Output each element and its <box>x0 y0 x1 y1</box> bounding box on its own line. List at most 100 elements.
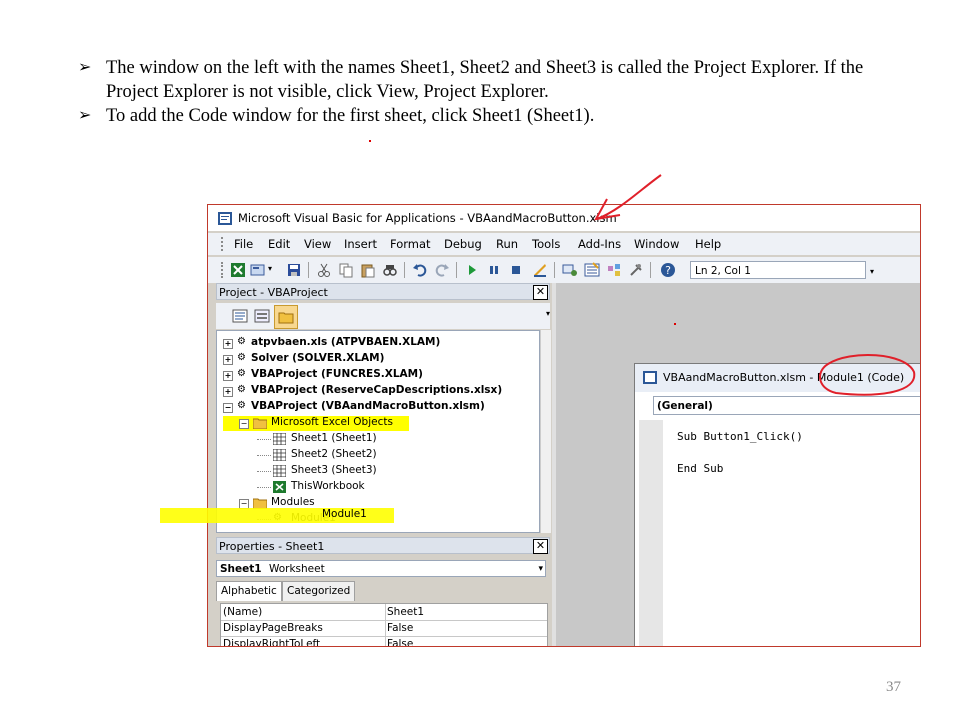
expand-icon[interactable]: + <box>223 355 233 365</box>
design-mode-icon[interactable] <box>532 262 548 278</box>
view-object-icon[interactable] <box>254 308 270 324</box>
copy-icon[interactable] <box>338 262 354 278</box>
tab-categorized[interactable]: Categorized <box>282 581 356 601</box>
toolbar-options-icon[interactable]: ▾ <box>546 309 550 318</box>
property-value[interactable]: Sheet1 <box>387 604 424 620</box>
object-combo[interactable]: (General) <box>653 396 920 415</box>
chevron-down-icon[interactable]: ▾ <box>538 561 543 577</box>
break-icon[interactable] <box>486 262 502 278</box>
properties-grid: (Name) Sheet1 DisplayPageBreaks False Di… <box>220 603 548 647</box>
menu-tools[interactable]: Tools <box>532 237 560 251</box>
excel-view-icon[interactable] <box>230 262 246 278</box>
run-icon[interactable] <box>464 262 480 278</box>
folder-icon <box>278 312 294 324</box>
menu-debug[interactable]: Debug <box>444 237 482 251</box>
bullet-text: To add the Code window for the first she… <box>106 106 595 126</box>
worksheet-icon <box>273 433 286 445</box>
properties-window-icon[interactable] <box>584 262 600 278</box>
cut-icon[interactable] <box>316 262 332 278</box>
tree-item-label: VBAProject (FUNCRES.XLAM) <box>251 368 423 380</box>
menu-window[interactable]: Window <box>634 237 679 251</box>
tree-item-label: Sheet2 (Sheet2) <box>291 448 377 460</box>
save-icon[interactable] <box>286 262 302 278</box>
toolbar-separator <box>554 262 555 278</box>
tree-connector <box>257 455 271 456</box>
grip-handle[interactable] <box>221 262 225 278</box>
dropdown-arrow-icon[interactable]: ▾ <box>268 264 272 273</box>
reset-icon[interactable] <box>508 262 524 278</box>
module-icon <box>643 371 657 384</box>
vertical-scrollbar[interactable] <box>540 330 551 533</box>
code-line[interactable]: Sub Button1_Click() <box>677 430 803 443</box>
object-browser-icon[interactable] <box>606 262 622 278</box>
worksheet-icon <box>273 449 286 461</box>
toolbar-separator <box>456 262 457 278</box>
find-icon[interactable] <box>382 262 398 278</box>
property-value[interactable]: False <box>387 620 413 636</box>
menu-insert[interactable]: Insert <box>344 237 377 251</box>
property-row[interactable]: (Name) Sheet1 <box>221 604 547 621</box>
menu-add-ins[interactable]: Add-Ins <box>578 237 621 251</box>
property-row[interactable]: DisplayRightToLeft False <box>221 636 547 647</box>
expand-icon[interactable]: + <box>223 339 233 349</box>
object-type: Worksheet <box>268 563 325 575</box>
menu-edit[interactable]: Edit <box>268 237 290 251</box>
menu-run[interactable]: Run <box>496 237 518 251</box>
toolbox-icon[interactable] <box>628 262 644 278</box>
column-divider <box>385 604 386 646</box>
page-number: 37 <box>886 679 901 695</box>
vba-project-icon: ⚙ <box>237 400 246 411</box>
tree-item-label: atpvbaen.xls (ATPVBAEN.XLAM) <box>251 336 441 348</box>
toolbar-separator <box>650 262 651 278</box>
cursor-position-box: Ln 2, Col 1 <box>690 261 866 279</box>
module-label: Module1 <box>322 508 367 520</box>
tree-item-label: VBAProject (ReserveCapDescriptions.xlsx) <box>251 384 503 396</box>
expand-icon[interactable]: + <box>223 371 233 381</box>
menu-file[interactable]: File <box>234 237 253 251</box>
project-toolbar: ▾ <box>216 303 550 329</box>
redo-icon[interactable] <box>434 262 450 278</box>
insert-userform-icon[interactable] <box>250 262 266 278</box>
property-row[interactable]: DisplayPageBreaks False <box>221 620 547 637</box>
code-margin <box>639 420 663 646</box>
project-explorer-icon[interactable] <box>562 262 578 278</box>
collapse-icon[interactable]: − <box>223 403 233 413</box>
properties-tabs: Alphabetic Categorized <box>216 579 550 601</box>
bullet-text: The window on the left with the names Sh… <box>106 58 864 102</box>
close-icon[interactable]: ✕ <box>533 539 548 554</box>
property-value[interactable]: False <box>387 636 413 646</box>
folder-icon <box>253 418 267 429</box>
undo-icon[interactable] <box>412 262 428 278</box>
paste-icon[interactable] <box>360 262 376 278</box>
code-window-title: VBAandMacroButton.xlsm - Module1 (Code) <box>663 371 905 384</box>
object-name: Sheet1 <box>220 563 262 575</box>
menu-view[interactable]: View <box>304 237 331 251</box>
expand-icon[interactable]: + <box>223 387 233 397</box>
toggle-folders-button[interactable] <box>274 305 298 329</box>
object-selector[interactable]: Sheet1 Worksheet ▾ <box>216 560 546 577</box>
stray-dot <box>674 323 676 325</box>
property-name: DisplayRightToLeft <box>223 638 321 647</box>
menu-format[interactable]: Format <box>390 237 431 251</box>
project-panel-header: Project - VBAProject ✕ <box>216 283 550 300</box>
tree-item-label: ThisWorkbook <box>291 480 365 492</box>
tree-item-label: VBAProject (VBAandMacroButton.xlsm) <box>251 400 485 412</box>
help-icon[interactable]: ? <box>660 262 676 278</box>
tree-connector <box>257 439 271 440</box>
vbe-screenshot: Microsoft Visual Basic for Applications … <box>207 204 921 647</box>
menu-help[interactable]: Help <box>695 237 721 251</box>
property-name: DisplayPageBreaks <box>223 622 323 634</box>
code-line[interactable]: End Sub <box>677 462 723 475</box>
collapse-icon[interactable]: − <box>239 419 249 429</box>
grip-handle[interactable] <box>221 237 225 251</box>
window-titlebar: Microsoft Visual Basic for Applications … <box>208 205 920 231</box>
close-icon[interactable]: ✕ <box>533 285 548 300</box>
tree-item-label: Modules <box>271 496 315 508</box>
window-title: Microsoft Visual Basic for Applications … <box>238 211 617 225</box>
object-combo-value: (General) <box>657 400 713 412</box>
tab-alphabetic[interactable]: Alphabetic <box>216 581 282 601</box>
tree-connector <box>257 471 271 472</box>
splitter[interactable] <box>552 283 556 646</box>
property-name: (Name) <box>223 606 263 618</box>
view-code-icon[interactable] <box>232 308 248 324</box>
